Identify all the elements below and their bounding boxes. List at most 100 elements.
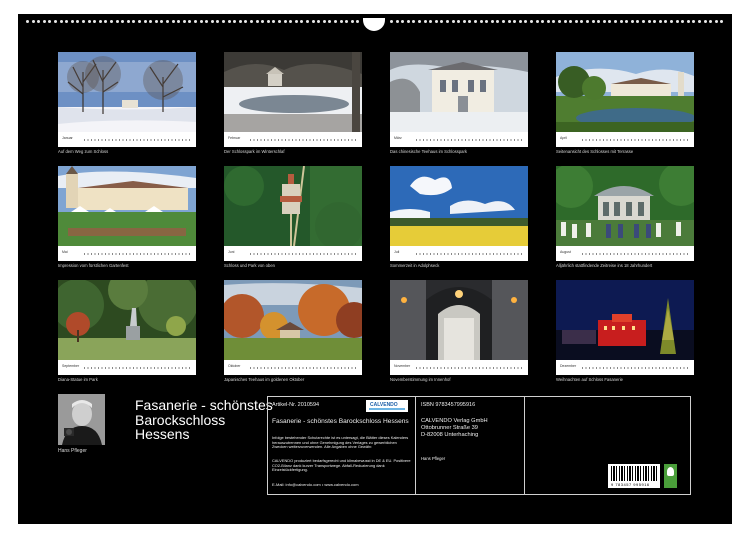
binding-hole bbox=[507, 20, 511, 23]
binding-hole bbox=[26, 20, 29, 23]
photo-caption: Novemberstimmung im Innenhof bbox=[390, 377, 451, 382]
photo-caption: Impression vom fürstlichen Gartenfest bbox=[58, 263, 129, 268]
binding-hole bbox=[132, 20, 136, 23]
binding-hole bbox=[636, 20, 640, 23]
month-thumbnail-june: Juni Schloss und Park von oben bbox=[224, 166, 362, 276]
binding-hole bbox=[121, 20, 125, 23]
binding-hole bbox=[272, 20, 276, 23]
photo-august bbox=[556, 166, 694, 246]
binding-hole bbox=[642, 20, 645, 23]
binding-hole bbox=[546, 20, 550, 23]
binding-hole bbox=[451, 20, 455, 23]
binding-hole bbox=[199, 20, 203, 23]
binding-hole bbox=[261, 20, 265, 23]
isbn: ISBN 9783457995916 bbox=[421, 402, 476, 408]
author-portrait bbox=[58, 394, 105, 445]
month-label: August bbox=[560, 250, 571, 254]
binding-hole bbox=[541, 20, 545, 23]
binding-hole bbox=[115, 20, 119, 23]
photo-caption: Auf dem Weg zum Schloss bbox=[58, 149, 109, 154]
binding-hole bbox=[334, 20, 337, 23]
binding-hole bbox=[188, 20, 192, 23]
binding-hole bbox=[222, 20, 225, 23]
month-label: Februar bbox=[228, 136, 241, 140]
binding-hole bbox=[205, 20, 209, 23]
binding-hole bbox=[647, 20, 651, 23]
binding-hole bbox=[518, 20, 522, 23]
binding-hole bbox=[630, 20, 634, 23]
article-number: Artikel-Nr. 2010594 bbox=[272, 402, 320, 408]
month-label: September bbox=[62, 364, 80, 368]
binding-hole bbox=[653, 20, 657, 23]
month-label: April bbox=[560, 136, 568, 140]
publisher-line-2: Ottobrunner Straße 39 bbox=[421, 425, 478, 431]
month-thumbnail-september: September Diana-Statue im Park bbox=[58, 280, 196, 390]
binding-hole bbox=[37, 20, 41, 23]
binding-hole bbox=[238, 20, 242, 23]
month-thumbnail-august: August Alljährlich stattfindende Zeitrei… bbox=[556, 166, 694, 276]
binding-hole bbox=[166, 20, 169, 23]
climate-notice: CALVENDO produziert bedarfsgerecht und k… bbox=[272, 458, 411, 473]
photo-march bbox=[390, 52, 528, 132]
photo-april bbox=[556, 52, 694, 132]
binding-hole bbox=[563, 20, 567, 23]
photo-november bbox=[390, 280, 528, 360]
ring-binding bbox=[18, 18, 732, 31]
month-label: Januar bbox=[62, 136, 73, 140]
binding-hole bbox=[328, 20, 332, 23]
binding-hole bbox=[597, 20, 601, 23]
binding-hole bbox=[289, 20, 293, 23]
binding-hole bbox=[574, 20, 578, 23]
binding-hole bbox=[227, 20, 231, 23]
binding-hole bbox=[675, 20, 679, 23]
photo-caption: Weihnachten auf Schloss Fasanerie bbox=[556, 377, 623, 382]
binding-hole bbox=[76, 20, 80, 23]
binding-hole bbox=[244, 20, 248, 23]
binding-hole bbox=[513, 20, 517, 23]
binding-hole bbox=[70, 20, 74, 23]
binding-hole bbox=[48, 20, 52, 23]
photo-october bbox=[224, 280, 362, 360]
binding-hole bbox=[216, 20, 220, 23]
binding-hole bbox=[194, 20, 197, 23]
binding-hole bbox=[104, 20, 108, 23]
binding-hole bbox=[390, 20, 393, 23]
binding-hole bbox=[283, 20, 287, 23]
month-thumbnail-february: Februar Der Schlosspark im Winterschlaf bbox=[224, 52, 362, 162]
binding-hole bbox=[42, 20, 46, 23]
month-thumbnail-april: April Seitenansicht des Schlosses mit Te… bbox=[556, 52, 694, 162]
binding-hole bbox=[614, 20, 617, 23]
binding-hole bbox=[479, 20, 483, 23]
publisher-info-box: Artikel-Nr. 2010594 CALVENDO Fasanerie -… bbox=[267, 396, 691, 495]
binding-hole bbox=[311, 20, 315, 23]
photo-caption: Schloss und Park von oben bbox=[224, 263, 275, 268]
binding-hole bbox=[446, 20, 449, 23]
binding-hole bbox=[250, 20, 253, 23]
calendar-back-cover: Januar Auf dem Weg zum Schloss Februar D… bbox=[18, 14, 732, 524]
photo-september bbox=[58, 280, 196, 360]
binding-hole bbox=[54, 20, 57, 23]
binding-hole bbox=[59, 20, 63, 23]
binding-hole bbox=[306, 20, 309, 23]
binding-hole bbox=[98, 20, 102, 23]
binding-hole bbox=[569, 20, 573, 23]
hanger-cutout bbox=[363, 18, 385, 31]
binding-hole bbox=[462, 20, 466, 23]
month-label: Oktober bbox=[228, 364, 241, 368]
binding-hole bbox=[686, 20, 690, 23]
binding-hole bbox=[692, 20, 696, 23]
binding-hole bbox=[474, 20, 477, 23]
month-thumbnail-november: November Novemberstimmung im Innenhof bbox=[390, 280, 528, 390]
photo-caption: Japanisches Teehaus im goldenen Oktober bbox=[224, 377, 305, 382]
binding-hole bbox=[82, 20, 85, 23]
photo-caption: Seitenansicht des Schlosses mit Terrasse bbox=[556, 149, 634, 154]
binding-hole bbox=[602, 20, 606, 23]
binding-hole bbox=[714, 20, 718, 23]
barcode-number: 9 783457 995916 bbox=[611, 482, 650, 487]
binding-hole bbox=[177, 20, 181, 23]
binding-hole bbox=[440, 20, 444, 23]
binding-hole bbox=[490, 20, 494, 23]
binding-hole bbox=[350, 20, 354, 23]
photo-caption: Der Schlosspark im Winterschlaf bbox=[224, 149, 285, 154]
calvendo-logo: CALVENDO bbox=[366, 400, 408, 412]
